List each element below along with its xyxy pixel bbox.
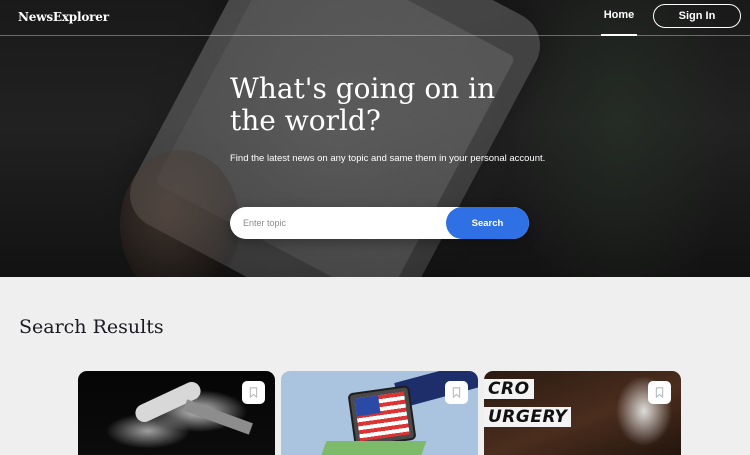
search-button[interactable]: Search <box>446 207 529 239</box>
news-card[interactable]: CRO URGERY <box>484 371 681 455</box>
bookmark-button[interactable] <box>242 381 265 404</box>
flag-canton <box>354 395 381 417</box>
search-input[interactable] <box>230 207 450 239</box>
card-image-text: URGERY <box>484 407 572 427</box>
hero-title: What's going on in the world? <box>230 72 496 137</box>
card-image-briefcase <box>347 384 417 449</box>
news-card[interactable] <box>281 371 478 455</box>
sign-in-button[interactable]: Sign In <box>653 4 741 28</box>
card-image-station <box>183 399 253 435</box>
logo[interactable]: NewsExplorer <box>18 10 109 24</box>
card-image-keyboard <box>315 441 427 455</box>
card-image-text: CRO <box>484 379 534 399</box>
search-results-title: Search Results <box>19 316 164 338</box>
bookmark-icon <box>655 387 664 398</box>
bookmark-icon <box>249 387 258 398</box>
bookmark-button[interactable] <box>445 381 468 404</box>
bookmark-icon <box>452 387 461 398</box>
news-card[interactable] <box>78 371 275 455</box>
search-form: Search <box>230 207 529 239</box>
bookmark-button[interactable] <box>648 381 671 404</box>
header: NewsExplorer Home Sign In <box>0 0 750 36</box>
hero-section: NewsExplorer Home Sign In What's going o… <box>0 0 750 277</box>
nav-home-link[interactable]: Home <box>601 0 637 36</box>
hero-subtitle: Find the latest news on any topic and sa… <box>230 153 546 164</box>
